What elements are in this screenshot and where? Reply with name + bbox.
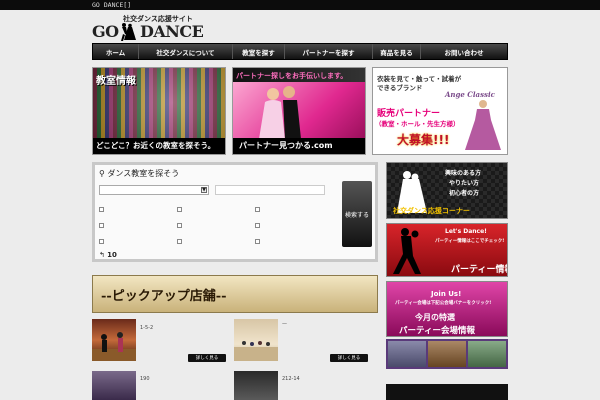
shop-banner-headline-2: できるブランド (377, 84, 423, 92)
party-small: パーティー情報はここでチェック! (435, 239, 505, 244)
venue-small: パーティー会場は下記公会場バナーをクリック! (395, 301, 492, 306)
shop-banner[interactable]: 衣装を見て・触って・試着が できるブランド Ange Classic 販売パート… (372, 67, 508, 155)
shop-detail-button[interactable]: 詳しく見る (188, 354, 226, 362)
search-heading-text: ダンス教室を探そう (107, 169, 180, 178)
logo-go-text: GO (92, 22, 119, 41)
beginner-line-3: 初心者の方 (449, 190, 480, 197)
venue-photo[interactable] (428, 341, 466, 367)
shop-info: 212-14 (282, 376, 300, 382)
shop-banner-cta: 大募集!!! (397, 133, 450, 147)
classroom-banner-title: 教室情報 (96, 76, 136, 87)
nav-item-find-partner[interactable]: パートナーを探す (285, 44, 373, 59)
classroom-banner-caption: どこどこ？お近くの教室を探そう。 (96, 141, 216, 150)
nav-item-find-classroom[interactable]: 教室を探す (233, 44, 285, 59)
area-select[interactable]: ▼ (99, 185, 209, 195)
nav-item-contact[interactable]: お問い合わせ (421, 44, 507, 59)
search-checkbox[interactable] (255, 239, 260, 244)
dress-icon (465, 100, 501, 150)
chevron-down-icon: ▼ (201, 187, 207, 193)
pickup-shops-header: --ピックアップ店舗-- (92, 275, 378, 313)
search-button[interactable]: 検索する (342, 181, 372, 247)
search-checkbox[interactable] (177, 223, 182, 228)
result-count-prefix: ↰ (99, 251, 108, 259)
search-icon: ⚲ (99, 169, 105, 178)
shop-info: — (282, 321, 287, 327)
pickup-title: --ピックアップ店舗-- (101, 288, 227, 304)
topbar-title: GO DANCE[] (92, 1, 132, 9)
beginner-corner-title: 社交ダンス応援コーナー (393, 207, 470, 215)
dancing-couple-photo-icon (259, 86, 301, 139)
dancer-silhouette-icon (121, 23, 136, 41)
venue-photo-strip[interactable] (386, 339, 508, 369)
keyword-input[interactable] (215, 185, 325, 195)
site-logo[interactable]: 社交ダンス応援サイト GO DANCE (92, 12, 242, 42)
beginner-line-1: 興味のある方 (445, 170, 482, 177)
shop-detail-button[interactable]: 詳しく見る (330, 354, 368, 362)
nav-item-about[interactable]: 社交ダンスについて (139, 44, 233, 59)
ballroom-photo-icon (234, 341, 278, 361)
venue-photo[interactable] (388, 341, 426, 367)
party-info-banner[interactable]: Let's Dance! パーティー情報はここでチェック! パーティー情報 (386, 223, 508, 277)
partner-banner-title: パートナー探しをお手伝いします。 (236, 72, 348, 80)
search-checkbox[interactable] (99, 207, 104, 212)
nav-item-products[interactable]: 商品を見る (373, 44, 421, 59)
logo-dance-text: DANCE (140, 22, 204, 41)
partner-banner-caption: パートナー見つかる.com (239, 141, 333, 150)
shop-photo[interactable] (234, 371, 278, 400)
side-bottom-banner[interactable] (386, 384, 508, 400)
venue-info-banner[interactable]: Join Us! パーティー会場は下記公会場バナーをクリック! 今月の特選 パー… (386, 281, 508, 337)
shop-info: 190 (140, 376, 150, 382)
dancing-couple-icon (393, 228, 421, 274)
party-top: Let's Dance! (445, 228, 487, 235)
shop-info: 1-5-2 (140, 325, 154, 331)
main-navigation: ホーム 社交ダンスについて 教室を探す パートナーを探す 商品を見る お問い合わ… (92, 43, 508, 60)
search-result-count: ↰ 10 (99, 251, 117, 259)
search-heading: ⚲ ダンス教室を探そう (99, 168, 179, 179)
venue-title-2: パーティー会場情報 (399, 326, 475, 336)
party-title: パーティー情報 (451, 265, 508, 275)
shop-photo[interactable] (92, 371, 136, 400)
result-count-value: 10 (107, 251, 117, 259)
search-checkbox[interactable] (99, 239, 104, 244)
search-checkbox[interactable] (177, 239, 182, 244)
dance-studio-photo-icon (92, 332, 136, 361)
search-checkbox[interactable] (255, 223, 260, 228)
site-topbar: GO DANCE[] (0, 0, 600, 10)
classroom-search-panel: ⚲ ダンス教室を探そう ▼ 検索する ↰ 10 (92, 162, 378, 262)
search-checkbox[interactable] (99, 223, 104, 228)
nav-item-home[interactable]: ホーム (93, 44, 139, 59)
venue-top: Join Us! (431, 290, 462, 298)
search-checkbox[interactable] (255, 207, 260, 212)
beginner-line-2: やりたい方 (449, 180, 480, 187)
classroom-banner[interactable]: 教室情報 どこどこ？お近くの教室を探そう。 (92, 67, 226, 155)
partner-banner[interactable]: パートナー探しをお手伝いします。 パートナー見つかる.com (232, 67, 366, 155)
shop-photo[interactable] (234, 319, 278, 361)
search-checkbox[interactable] (177, 207, 182, 212)
shop-photo[interactable] (92, 319, 136, 361)
beginner-corner-banner[interactable]: 興味のある方 やりたい方 初心者の方 社交ダンス応援コーナー (386, 162, 508, 219)
venue-photo[interactable] (468, 341, 506, 367)
venue-title-1: 今月の特選 (415, 313, 455, 322)
shop-banner-sub-2: （教室・ホール・先生方様） (375, 120, 460, 128)
